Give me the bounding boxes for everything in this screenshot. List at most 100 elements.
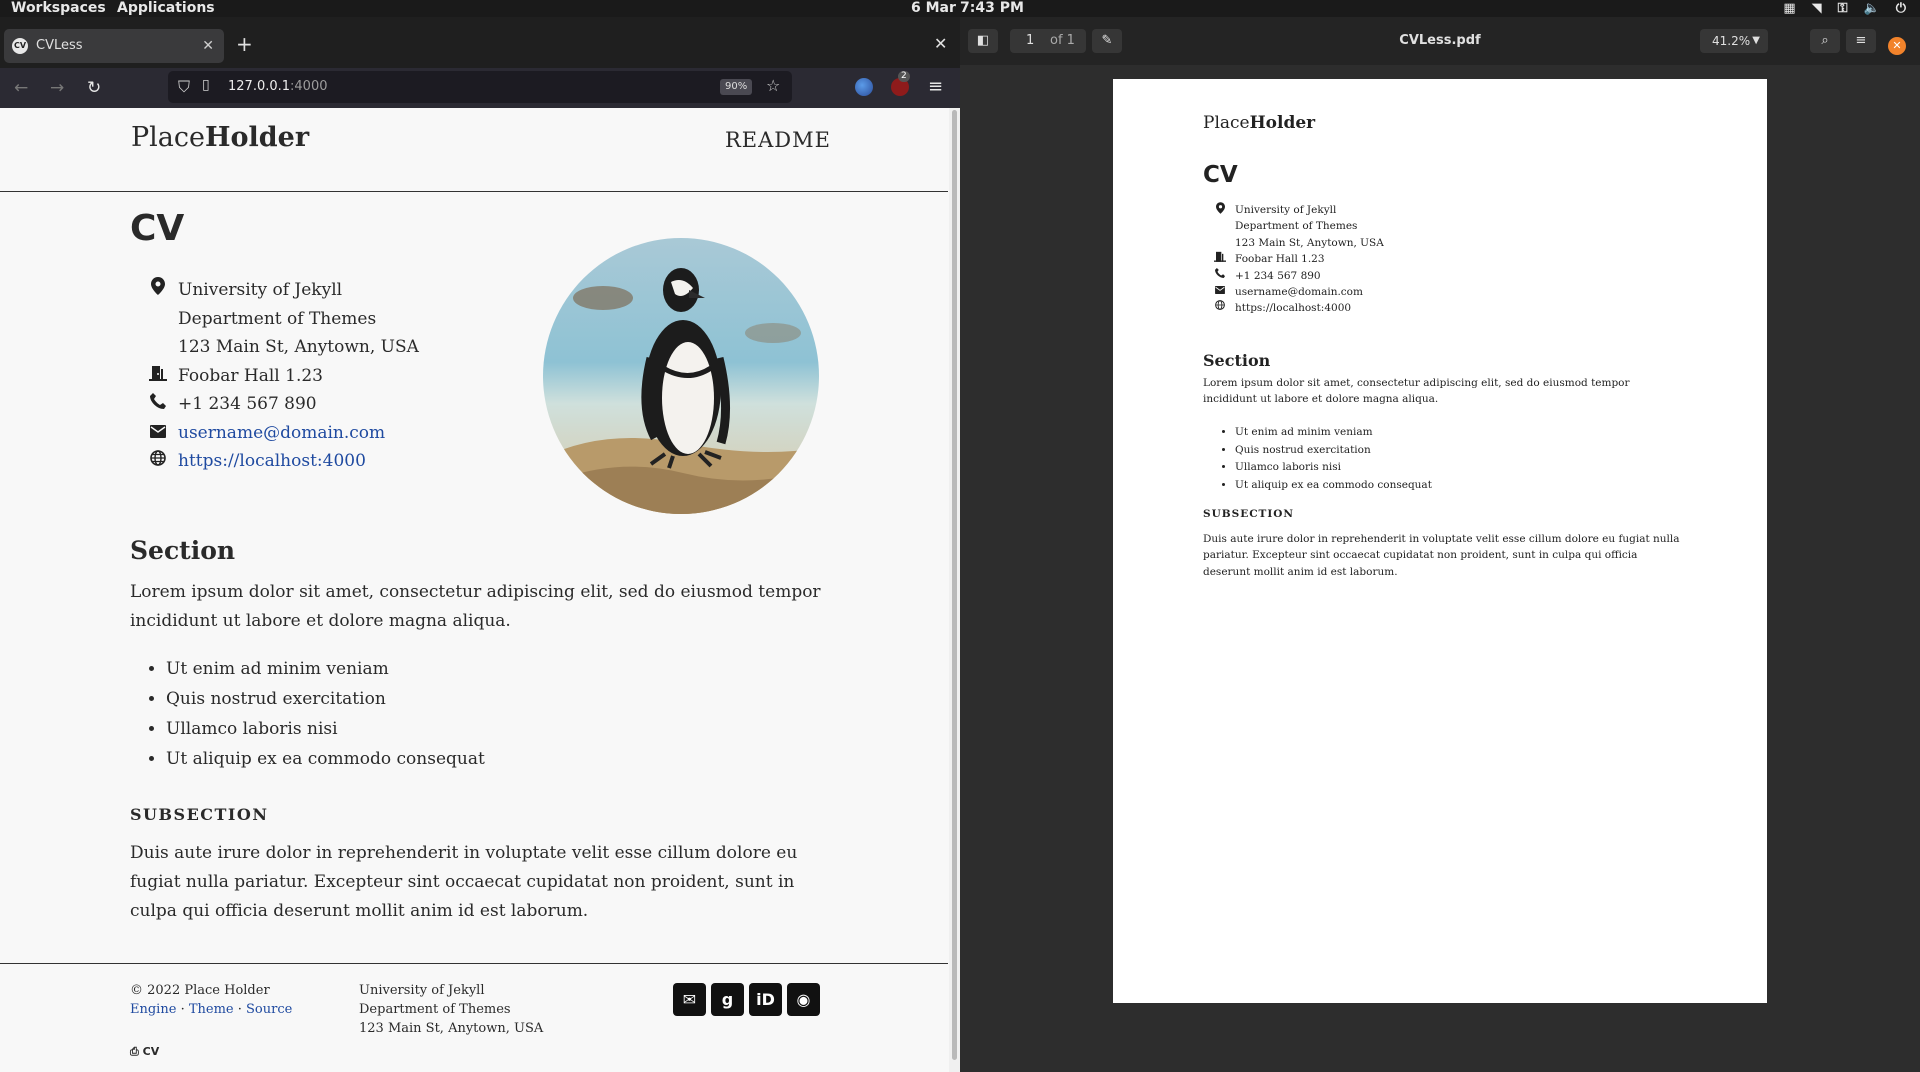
tab-cvless[interactable]: CV CVLess ✕ (4, 29, 224, 63)
extension-globe-icon[interactable] (855, 78, 873, 96)
forward-arrow-icon[interactable]: → (50, 77, 64, 99)
reload-icon[interactable]: ↻ (87, 77, 101, 99)
github-icon[interactable]: ◉ (787, 983, 820, 1016)
pdf-title: CV (1203, 162, 1238, 188)
print-cv-label: CV (142, 1045, 160, 1058)
new-tab-icon[interactable]: + (236, 33, 253, 55)
profile-photo (543, 238, 819, 514)
map-marker-icon (1213, 202, 1227, 220)
wifi-icon[interactable]: ◥ (1812, 0, 1822, 17)
subsection-heading: SUBSECTION (130, 805, 269, 824)
web-page: PlaceHolder README CV University of Jeky… (0, 108, 948, 1072)
site-header: PlaceHolder README (0, 108, 948, 192)
zoom-level-badge[interactable]: 90% (720, 79, 753, 95)
page-number[interactable]: 1 (1026, 29, 1034, 53)
google-scholar-icon[interactable]: g (711, 983, 744, 1016)
volume-icon[interactable]: 🔈 (1864, 0, 1880, 17)
close-window-icon[interactable]: ✕ (934, 33, 947, 55)
envelope-icon (1213, 284, 1227, 300)
search-icon[interactable]: ⌕ (1810, 29, 1840, 53)
phone-icon (148, 390, 168, 419)
engine-link[interactable]: Engine (130, 1002, 176, 1017)
close-viewer-icon[interactable]: ✕ (1888, 37, 1906, 55)
navigation-bar: ← → ↻ ⛉ ▯ 127.0.0.1:4000 90% ☆ 2 ≡ (0, 68, 960, 108)
browser-window: CV CVLess ✕ + ✕ ← → ↻ ⛉ ▯ 127.0.0.1:4000… (0, 17, 960, 1072)
browser-menu-icon[interactable]: ≡ (928, 76, 943, 97)
back-arrow-icon[interactable]: ← (14, 77, 28, 99)
list-item: Ullamco laboris nisi (1235, 459, 1432, 477)
clock-date[interactable]: 6 Mar (911, 0, 956, 17)
system-tray: ▦ ◥ ⚿ 🔈 ⏻ (1783, 0, 1906, 17)
pdf-room-text: Foobar Hall 1.23 (1235, 253, 1325, 266)
print-icon: ⎙ (130, 1045, 139, 1058)
map-marker-icon (148, 276, 168, 305)
chevron-down-icon: ▼ (1752, 35, 1760, 46)
room-text: Foobar Hall 1.23 (178, 365, 323, 386)
address-line-2: Department of Themes (178, 308, 377, 329)
email-social-icon[interactable]: ✉ (673, 983, 706, 1016)
applications-button[interactable]: Applications (117, 0, 215, 17)
url-bar[interactable]: ⛉ ▯ 127.0.0.1:4000 90% ☆ (168, 71, 792, 103)
url-text[interactable]: 127.0.0.1:4000 (228, 71, 328, 103)
section-paragraph: Lorem ipsum dolor sit amet, consectetur … (130, 582, 821, 631)
pdf-section-paragraph: Lorem ipsum dolor sit amet, consectetur … (1203, 377, 1630, 405)
separator: · (237, 1002, 242, 1017)
list-item: Ut aliquip ex ea commodo consequat (1235, 477, 1432, 495)
list-item: Quis nostrud exercitation (1235, 442, 1432, 460)
orcid-icon[interactable]: iD (749, 983, 782, 1016)
address-line-3: 123 Main St, Anytown, USA (178, 337, 419, 357)
page-number-input[interactable]: 1 of 1 (1010, 29, 1086, 53)
pdf-email-text[interactable]: username@domain.com (1235, 284, 1384, 300)
sidebar-toggle-icon[interactable]: ◧ (968, 29, 998, 53)
grid-icon[interactable]: ▦ (1783, 0, 1795, 17)
pdf-page: PlaceHolder CV University of Jekyll Depa… (1113, 79, 1767, 1003)
list-item: Quis nostrud exercitation (166, 684, 485, 714)
email-link[interactable]: username@domain.com (178, 423, 385, 443)
tab-title: CVLess (36, 38, 83, 53)
pdf-contact-block: University of Jekyll Department of Theme… (1213, 202, 1384, 317)
footer-credits: © 2022 Place Holder Engine · Theme · Sou… (130, 981, 292, 1019)
page-scrollbar[interactable] (949, 108, 960, 1072)
pdf-subsection-paragraph: Duis aute irure dolor in reprehenderit i… (1203, 533, 1680, 578)
envelope-icon (148, 419, 168, 448)
subsection-paragraph: Duis aute irure dolor in reprehenderit i… (130, 843, 798, 921)
door-icon (148, 362, 168, 391)
vpn-key-icon[interactable]: ⚿ (1838, 0, 1848, 17)
annotate-pencil-icon[interactable]: ✎ (1092, 29, 1122, 53)
power-icon[interactable]: ⏻ (1896, 0, 1906, 17)
pdf-address-line-1: University of Jekyll (1235, 204, 1337, 216)
social-links: ✉ g iD ◉ (673, 983, 820, 1016)
close-tab-icon[interactable]: ✕ (202, 29, 214, 63)
copyright-text: © 2022 Place Holder (130, 983, 270, 998)
scrollbar-thumb[interactable] (952, 110, 957, 1060)
list-item: Ullamco laboris nisi (166, 714, 485, 744)
phone-text: +1 234 567 890 (178, 394, 317, 414)
pdf-brand: PlaceHolder (1203, 113, 1316, 133)
site-brand[interactable]: PlaceHolder (131, 122, 309, 153)
bullet-list: Ut enim ad minim veniam Quis nostrud exe… (148, 654, 485, 774)
list-item: Ut enim ad minim veniam (166, 654, 485, 684)
readme-link[interactable]: README (725, 128, 831, 152)
site-footer: © 2022 Place Holder Engine · Theme · Sou… (0, 963, 948, 1072)
footer-address-line-3: 123 Main St, Anytown, USA (359, 1021, 544, 1036)
footer-address-line-2: Department of Themes (359, 1002, 511, 1017)
tab-bar: CV CVLess ✕ + ✕ (0, 17, 960, 68)
clock-time[interactable]: 7:43 PM (960, 0, 1024, 17)
workspaces-button[interactable]: Workspaces (11, 0, 106, 17)
shield-icon[interactable]: ⛉ (178, 77, 190, 97)
website-link[interactable]: https://localhost:4000 (178, 451, 366, 471)
pdf-section-heading: Section (1203, 351, 1271, 370)
source-link[interactable]: Source (246, 1002, 292, 1017)
section-heading: Section (130, 536, 236, 565)
bookmark-star-icon[interactable]: ☆ (766, 76, 780, 95)
theme-link[interactable]: Theme (189, 1002, 234, 1017)
list-item: Ut enim ad minim veniam (1235, 424, 1432, 442)
address-line-1: University of Jekyll (178, 280, 343, 300)
pdf-address-line-3: 123 Main St, Anytown, USA (1235, 236, 1384, 249)
zoom-select[interactable]: 41.2% ▼ (1700, 29, 1768, 53)
print-cv-link[interactable]: ⎙ CV (130, 1042, 159, 1061)
pdf-subsection-heading: SUBSECTION (1203, 508, 1295, 520)
viewer-menu-icon[interactable]: ≡ (1846, 29, 1876, 53)
page-icon[interactable]: ▯ (202, 77, 210, 93)
pdf-website-text[interactable]: https://localhost:4000 (1235, 300, 1384, 316)
